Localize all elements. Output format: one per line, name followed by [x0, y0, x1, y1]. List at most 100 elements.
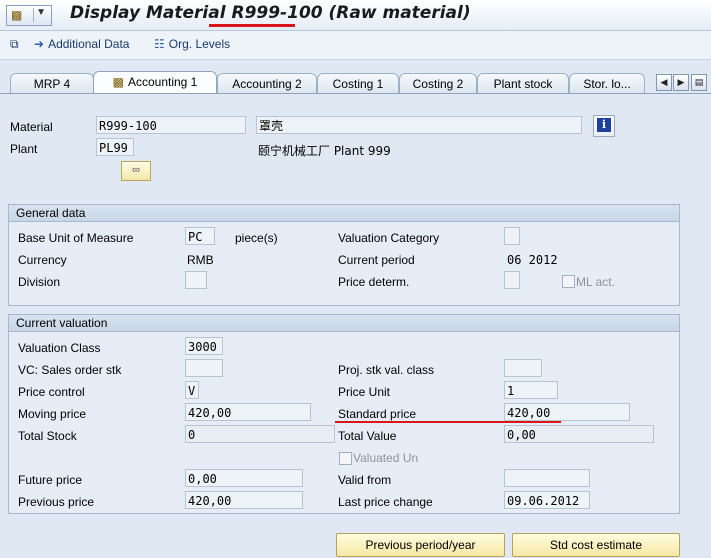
arrow-right-icon: ➜ — [34, 37, 45, 51]
total-stock-label: Total Stock — [18, 429, 77, 443]
tab-mrp4[interactable]: MRP 4 — [10, 73, 94, 94]
tab-costing-2[interactable]: Costing 2 — [399, 73, 477, 94]
division-label: Division — [18, 275, 61, 289]
proj-stk-val-class-field[interactable] — [504, 359, 542, 377]
main-content: Material R999-100 罩壳 i Plant PL99 颐宁机械工厂… — [0, 93, 711, 558]
tab-label: Accounting 1 — [127, 75, 198, 89]
previous-price-label: Previous price — [18, 495, 95, 509]
price-unit-label: Price Unit — [338, 385, 391, 399]
currency-label: Currency — [18, 253, 67, 267]
chevron-right-icon: ▶ — [677, 77, 685, 87]
vc-sales-order-field[interactable] — [185, 359, 223, 377]
title-bar: ▩ ▼ Display Material R999-100 (Raw mater… — [0, 0, 711, 31]
other-view-icon[interactable]: ⧉ — [10, 37, 19, 52]
valuation-class-label: Valuation Class — [18, 341, 101, 355]
plant-field[interactable]: PL99 — [96, 138, 134, 156]
current-period-label: Current period — [338, 253, 415, 267]
tab-label: Stor. lo... — [583, 77, 631, 91]
base-uom-label: Base Unit of Measure — [18, 231, 134, 245]
org-levels-toggle-button[interactable]: ∞ — [121, 161, 151, 181]
chevron-left-icon: ◀ — [660, 77, 668, 87]
price-unit-field[interactable]: 1 — [504, 381, 558, 399]
valuation-category-label: Valuation Category — [338, 231, 440, 245]
valuation-class-field[interactable]: 3000 — [185, 337, 223, 355]
info-icon: i — [597, 118, 611, 132]
material-field[interactable]: R999-100 — [96, 116, 246, 134]
title-highlight-underline — [209, 24, 295, 27]
previous-period-button[interactable]: Previous period/year — [336, 533, 505, 557]
additional-data-button[interactable]: ➜ Additional Data — [34, 37, 129, 51]
previous-price-field[interactable]: 420,00 — [185, 491, 303, 509]
tab-list-icon: ▤ — [694, 77, 704, 87]
tab-label: MRP 4 — [33, 77, 71, 91]
standard-price-highlight-underline — [335, 421, 561, 423]
base-uom-text: piece(s) — [235, 231, 278, 245]
material-description-field[interactable]: 罩壳 — [256, 116, 582, 134]
valid-from-label: Valid from — [338, 473, 392, 487]
application-toolbar: ⧉ ➜ Additional Data ☷ Org. Levels — [0, 31, 711, 60]
valuated-un-label: Valuated Un — [353, 451, 419, 465]
tab-label: Plant stock — [493, 77, 553, 91]
price-control-field[interactable]: V — [185, 381, 199, 399]
std-cost-estimate-button[interactable]: Std cost estimate — [512, 533, 680, 557]
total-value-field[interactable]: 0,00 — [504, 425, 654, 443]
vc-sales-order-label: VC: Sales order stk — [18, 363, 122, 377]
tab-scroll-left-button[interactable]: ◀ — [656, 74, 672, 91]
standard-price-field[interactable]: 420,00 — [504, 403, 630, 421]
price-control-label: Price control — [18, 385, 85, 399]
price-determ-field[interactable] — [504, 271, 520, 289]
general-data-group: General data Base Unit of Measure PC pie… — [8, 204, 680, 306]
title-prefix: Display Material — [70, 3, 232, 23]
base-uom-field[interactable]: PC — [185, 227, 215, 245]
tab-accounting-1[interactable]: ▩ Accounting 1 — [93, 71, 217, 95]
menu-icon: ▩ — [11, 8, 23, 22]
tab-label: Costing 1 — [332, 77, 384, 91]
tab-strip: MRP 4 ▩ Accounting 1 Accounting 2 Costing… — [0, 70, 711, 95]
future-price-label: Future price — [18, 473, 83, 487]
current-period-value: 06 2012 — [507, 253, 558, 267]
division-field[interactable] — [185, 271, 207, 289]
title-suffix: (Raw material) — [322, 3, 471, 23]
page-title: Display Material R999-100 (Raw material) — [70, 3, 471, 23]
standard-price-label: Standard price — [338, 407, 417, 421]
chevron-down-icon: ▼ — [36, 7, 46, 18]
tab-costing-1[interactable]: Costing 1 — [317, 73, 399, 94]
tab-active-icon: ▩ — [112, 75, 124, 89]
tab-plant-stock[interactable]: Plant stock — [477, 73, 569, 94]
system-menu-button[interactable]: ▩ ▼ — [6, 5, 52, 26]
total-value-label: Total Value — [338, 429, 397, 443]
plant-description: 颐宁机械工厂 Plant 999 — [258, 144, 391, 158]
last-price-change-label: Last price change — [338, 495, 433, 509]
ml-act-checkbox[interactable] — [562, 275, 575, 288]
material-label: Material — [10, 120, 53, 134]
moving-price-label: Moving price — [18, 407, 87, 421]
price-determ-label: Price determ. — [338, 275, 410, 289]
currency-value: RMB — [187, 253, 214, 267]
proj-stk-val-class-label: Proj. stk val. class — [338, 363, 435, 377]
valuation-category-field[interactable] — [504, 227, 520, 245]
additional-data-label: Additional Data — [48, 37, 130, 51]
group-title-current-valuation: Current valuation — [9, 315, 679, 332]
future-price-field[interactable]: 0,00 — [185, 469, 303, 487]
tab-scroll-right-button[interactable]: ▶ — [673, 74, 689, 91]
menu-separator — [33, 8, 34, 22]
last-price-change-field[interactable]: 09.06.2012 — [504, 491, 590, 509]
moving-price-field[interactable]: 420,00 — [185, 403, 311, 421]
tab-stor-loc[interactable]: Stor. lo... — [569, 73, 645, 94]
tab-list-button[interactable]: ▤ — [691, 74, 707, 91]
org-levels-label: Org. Levels — [168, 37, 231, 51]
ml-act-label: ML act. — [576, 275, 615, 289]
group-title-general-data: General data — [9, 205, 679, 222]
tab-accounting-2[interactable]: Accounting 2 — [217, 73, 317, 94]
current-valuation-group: Current valuation Valuation Class 3000 V… — [8, 314, 680, 514]
glasses-icon: ∞ — [132, 164, 140, 176]
material-info-button[interactable]: i — [593, 115, 615, 137]
hierarchy-icon: ☷ — [154, 37, 165, 51]
tab-label: Costing 2 — [412, 77, 464, 91]
valuated-un-checkbox[interactable] — [339, 452, 352, 465]
org-levels-button[interactable]: ☷ Org. Levels — [154, 37, 230, 51]
total-stock-field[interactable]: 0 — [185, 425, 335, 443]
tab-label: Accounting 2 — [232, 77, 302, 91]
plant-label: Plant — [10, 142, 38, 156]
valid-from-field[interactable] — [504, 469, 590, 487]
